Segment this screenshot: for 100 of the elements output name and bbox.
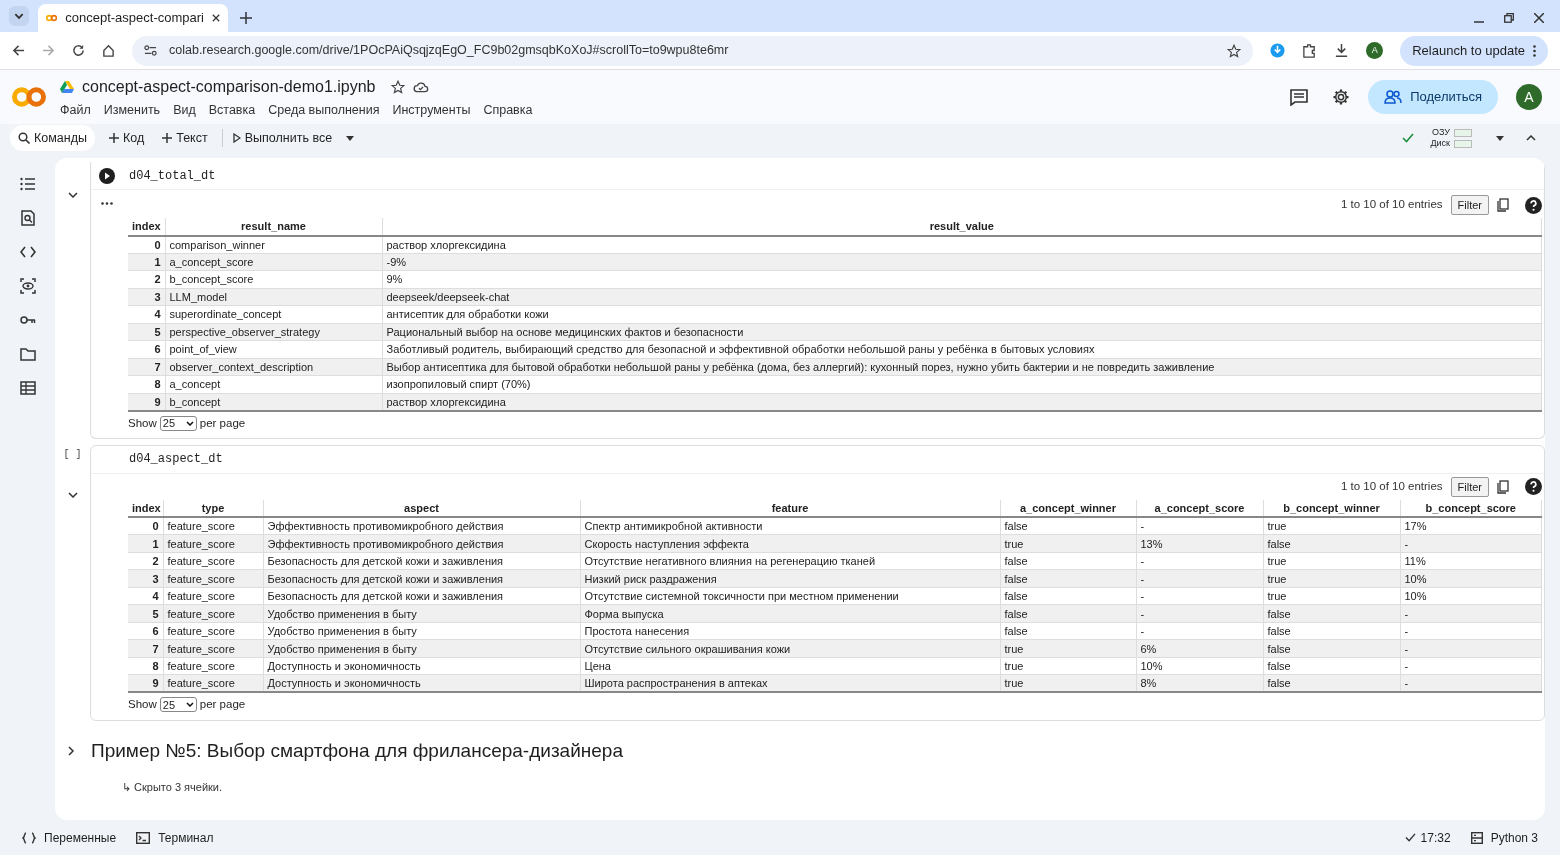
table-cell: feature_score xyxy=(163,639,263,658)
check-icon xyxy=(1404,833,1416,842)
table-cell: Простота нанесения xyxy=(580,622,1000,640)
row-index: 7 xyxy=(128,639,163,658)
filter-button[interactable]: Filter xyxy=(1450,194,1489,216)
add-code-button[interactable]: Код xyxy=(104,128,149,148)
menu-item[interactable]: Среда выполнения xyxy=(268,100,380,120)
menu-item[interactable]: Изменить xyxy=(103,100,161,120)
page-size-select[interactable]: 25 xyxy=(159,697,197,713)
site-settings-icon[interactable] xyxy=(144,44,157,57)
variables-button[interactable]: Переменные xyxy=(22,828,117,847)
copy-icon[interactable] xyxy=(1497,479,1509,494)
download-icon[interactable] xyxy=(1334,43,1350,58)
table-cell: true xyxy=(1263,517,1400,535)
restore-icon[interactable] xyxy=(1504,13,1514,23)
chevron-down-icon[interactable] xyxy=(67,491,78,498)
table-cell: a_concept_score xyxy=(165,253,382,271)
find-icon[interactable] xyxy=(19,210,36,226)
tab-list-icon[interactable] xyxy=(8,5,30,27)
row-index: 9 xyxy=(128,393,165,411)
table-cell: false xyxy=(1000,622,1136,640)
relaunch-button[interactable]: Relaunch to update xyxy=(1400,35,1548,66)
table-cell: Заботливый родитель, выбирающий средство для безопасной и эффективной обработки небольшой раны у ребёнка в бытовых условиях xyxy=(382,340,1542,358)
home-icon[interactable] xyxy=(102,44,115,57)
dropdown-caret-icon[interactable] xyxy=(346,135,355,141)
menu-item[interactable]: Инструменты xyxy=(392,100,471,120)
collapse-icon[interactable] xyxy=(1526,135,1536,141)
menu-item[interactable]: Вид xyxy=(173,100,196,120)
table-cell: a_concept xyxy=(165,375,382,393)
page-size-select[interactable]: 25 xyxy=(159,415,197,431)
table-cell: Безопасность для детской кожи и заживления xyxy=(263,552,580,570)
table-icon[interactable] xyxy=(19,380,36,396)
table-cell: feature_score xyxy=(163,552,263,570)
table-cell: Выбор антисептика для бытовой обработки небольшой раны у ребёнка (дома, без аллергий): кухонный порез, нужно убить бактерии и не повредить заживление xyxy=(382,358,1542,376)
new-tab-icon[interactable] xyxy=(240,12,252,24)
table-cell: Доступность и экономичность xyxy=(263,674,580,693)
add-text-button[interactable]: Текст xyxy=(158,128,212,148)
column-header[interactable]: index xyxy=(128,218,165,236)
menu-item[interactable]: Справка xyxy=(483,100,533,120)
chevron-down-icon[interactable] xyxy=(67,192,78,198)
star-icon[interactable] xyxy=(391,79,406,94)
column-header[interactable]: b_concept_winner xyxy=(1263,499,1400,518)
folder-icon[interactable] xyxy=(19,346,36,362)
column-header[interactable]: aspect xyxy=(263,499,580,518)
menu-item[interactable]: Файл xyxy=(60,100,91,120)
account-avatar[interactable]: A xyxy=(1516,84,1542,110)
comment-icon[interactable] xyxy=(1290,88,1309,106)
table-cell: true xyxy=(1000,534,1136,553)
column-header[interactable]: index xyxy=(128,499,163,518)
close-icon[interactable] xyxy=(211,13,220,23)
close-icon[interactable] xyxy=(1534,13,1544,23)
table-cell: b_concept xyxy=(165,393,382,411)
help-icon[interactable] xyxy=(1525,196,1542,214)
runtime-button[interactable]: Python 3 xyxy=(1470,828,1538,847)
filter-button[interactable]: Filter xyxy=(1450,476,1489,497)
more-icon[interactable] xyxy=(101,202,113,205)
toc-icon[interactable] xyxy=(19,176,36,192)
cloud-icon[interactable] xyxy=(413,79,430,94)
table-cell: true xyxy=(1000,639,1136,658)
reload-icon[interactable] xyxy=(72,44,85,57)
commands-button[interactable]: Команды xyxy=(10,125,95,151)
download-badge-icon[interactable] xyxy=(1270,43,1286,58)
column-header[interactable]: type xyxy=(163,499,263,518)
column-header[interactable]: a_concept_winner xyxy=(1000,499,1136,518)
table-cell: feature_score xyxy=(163,587,263,605)
hidden-cells-note[interactable]: ↳ Скрыто 3 ячейки. xyxy=(122,779,223,796)
column-header[interactable]: b_concept_score xyxy=(1400,499,1542,518)
back-icon[interactable] xyxy=(12,44,25,57)
disk-label: Диск xyxy=(1430,138,1450,149)
copy-icon[interactable] xyxy=(1497,198,1509,212)
profile-avatar[interactable]: A xyxy=(1366,42,1384,59)
menu-item[interactable]: Вставка xyxy=(208,100,256,120)
table-cell: comparison_winner xyxy=(165,235,382,253)
table-cell: feature_score xyxy=(163,657,263,675)
colab-logo-icon[interactable] xyxy=(12,86,46,108)
extensions-icon[interactable] xyxy=(1302,43,1318,58)
row-index: 3 xyxy=(128,288,165,306)
notebook-title[interactable]: concept-aspect-comparison-demo1.ipynb xyxy=(82,74,376,99)
help-icon[interactable] xyxy=(1525,478,1542,496)
settings-icon[interactable] xyxy=(1332,88,1351,106)
run-cell-icon[interactable] xyxy=(99,167,115,184)
row-index: 5 xyxy=(128,323,165,341)
column-header[interactable]: feature xyxy=(580,499,1000,518)
browser-tab[interactable]: concept-aspect-compari xyxy=(38,4,228,32)
section-heading[interactable]: Пример №5: Выбор смартфона для фрилансера-дизайнера xyxy=(91,736,623,765)
row-index: 6 xyxy=(128,622,163,640)
row-index: 7 xyxy=(128,358,165,376)
address-bar[interactable]: colab.research.google.com/drive/1POcPAiQsqjzqEgO_FC9b02gmsqbKoXoJ#scrollTo=to9wpu8te6mr xyxy=(132,35,1254,66)
run-all-button[interactable]: Выполнить все xyxy=(232,128,333,148)
dropdown-caret-icon[interactable] xyxy=(1496,135,1504,141)
star-icon[interactable] xyxy=(1227,43,1242,58)
chevron-right-icon[interactable] xyxy=(67,745,75,756)
column-header[interactable]: a_concept_score xyxy=(1136,499,1263,518)
column-header[interactable]: result_name xyxy=(165,218,382,236)
table-cell: 6% xyxy=(1136,639,1263,658)
terminal-button[interactable]: Терминал xyxy=(136,828,214,847)
column-header[interactable]: result_value xyxy=(382,218,1542,236)
share-button[interactable]: Поделиться xyxy=(1368,80,1498,114)
table-cell: true xyxy=(1000,674,1136,693)
code-icon[interactable] xyxy=(19,244,36,260)
